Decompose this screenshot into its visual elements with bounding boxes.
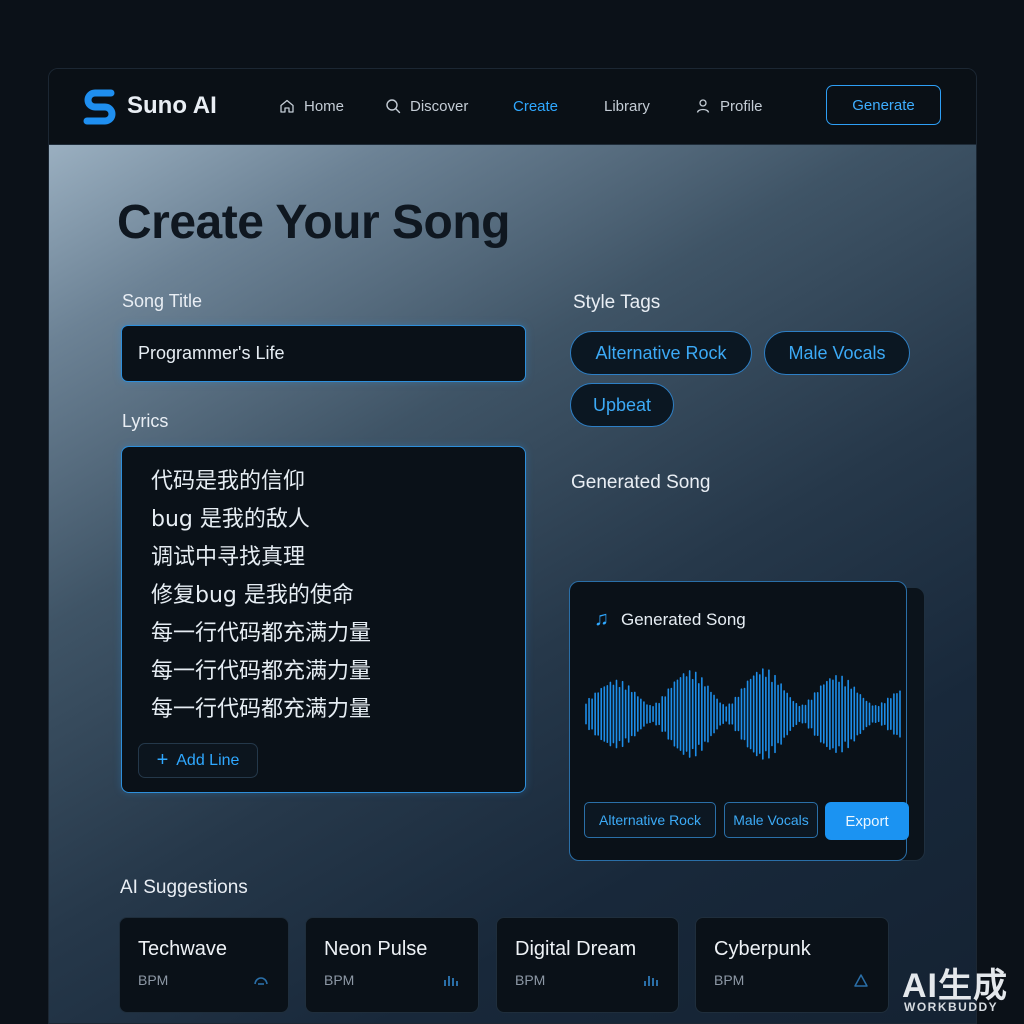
add-line-label: Add Line <box>176 751 240 769</box>
style-tag-upbeat[interactable]: Upbeat <box>570 383 674 427</box>
add-line-button[interactable]: + Add Line <box>138 743 258 778</box>
search-icon <box>386 99 401 114</box>
user-icon <box>696 99 710 113</box>
song-card-header: ♫ Generated Song <box>594 608 746 631</box>
lyrics-editor[interactable]: 代码是我的信仰 bug 是我的敌人 调试中寻找真理 修复bug 是我的使命 每一… <box>121 446 526 793</box>
song-title-input[interactable] <box>121 325 526 382</box>
nav-profile[interactable]: Profile <box>695 95 763 117</box>
song-tag-alternative-rock[interactable]: Alternative Rock <box>584 802 716 838</box>
waveform-icon <box>254 977 268 985</box>
nav-create-label: Create <box>513 97 559 115</box>
lyric-line[interactable]: 每一行代码都充满力量 <box>151 653 371 685</box>
lyric-line[interactable]: 每一行代码都充满力量 <box>151 691 371 723</box>
suggestion-card-cyberpunk[interactable]: Cyberpunk BPM <box>695 917 889 1013</box>
style-tag-male-vocals[interactable]: Male Vocals <box>764 331 910 375</box>
nav-discover-label: Discover <box>410 97 469 115</box>
lyric-line[interactable]: 代码是我的信仰 <box>151 463 305 495</box>
home-icon <box>280 99 294 113</box>
brand-name: Suno AI <box>127 92 217 119</box>
suggestion-name: Techwave <box>138 938 227 960</box>
brand[interactable]: Suno AI <box>83 87 217 125</box>
song-card-title: Generated Song <box>621 609 746 629</box>
suggestion-card-neon-pulse[interactable]: Neon Pulse BPM <box>305 917 479 1013</box>
suggestion-card-techwave[interactable]: Techwave BPM <box>119 917 289 1013</box>
app-window: Suno AI Home Discover Create Library Pro… <box>48 68 977 1024</box>
nav-home-label: Home <box>304 97 345 115</box>
lyric-line[interactable]: bug 是我的敌人 <box>151 501 310 533</box>
suggestion-name: Neon Pulse <box>324 938 428 960</box>
style-tag-alternative-rock[interactable]: Alternative Rock <box>570 331 752 375</box>
suggestion-card-digital-dream[interactable]: Digital Dream BPM <box>496 917 679 1013</box>
triangle-icon <box>854 974 868 987</box>
ai-suggestions-label: AI Suggestions <box>120 877 248 898</box>
page-title: Create Your Song <box>117 196 510 249</box>
generated-song-section-label: Generated Song <box>571 472 711 493</box>
music-note-icon: ♫ <box>594 608 609 630</box>
lyrics-label: Lyrics <box>122 411 169 431</box>
suggestion-name: Digital Dream <box>515 938 637 960</box>
lyric-line[interactable]: 每一行代码都充满力量 <box>151 615 371 647</box>
suggestion-bpm: BPM <box>138 972 169 988</box>
nav-discover[interactable]: Discover <box>385 95 468 117</box>
suggestion-name: Cyberpunk <box>714 938 811 960</box>
nav-profile-label: Profile <box>720 97 763 115</box>
lyric-line[interactable]: 调试中寻找真理 <box>151 539 305 571</box>
ai-generated-watermark: AI生成 WORKBUDDY <box>900 958 1010 1018</box>
suggestion-bpm: BPM <box>515 972 546 988</box>
suggestion-bpm: BPM <box>324 972 355 988</box>
waveform[interactable] <box>584 664 902 764</box>
export-button[interactable]: Export <box>825 802 909 840</box>
generate-button[interactable]: Generate <box>826 85 941 125</box>
nav-library[interactable]: Library <box>604 95 650 117</box>
song-title-label: Song Title <box>122 291 203 311</box>
lyric-line[interactable]: 修复bug 是我的使命 <box>151 577 354 609</box>
watermark-sub-text: WORKBUDDY <box>904 1000 999 1014</box>
suno-logo-icon <box>83 89 116 125</box>
suggestion-bpm: BPM <box>714 972 745 988</box>
bars-icon <box>444 976 458 986</box>
nav-create[interactable]: Create <box>513 95 558 117</box>
nav-library-label: Library <box>604 97 650 115</box>
plus-icon: + <box>156 749 169 771</box>
song-tag-male-vocals[interactable]: Male Vocals <box>724 802 818 838</box>
nav-home[interactable]: Home <box>279 95 344 117</box>
bars-icon <box>644 976 658 986</box>
top-navigation-bar: Suno AI Home Discover Create Library Pro… <box>49 69 976 145</box>
create-page: Create Your Song Song Title Lyrics 代码是我的… <box>49 145 976 1023</box>
generated-song-card[interactable]: ♫ Generated Song Alternative Rock Male V… <box>569 581 909 861</box>
style-tags-label: Style Tags <box>573 292 661 313</box>
